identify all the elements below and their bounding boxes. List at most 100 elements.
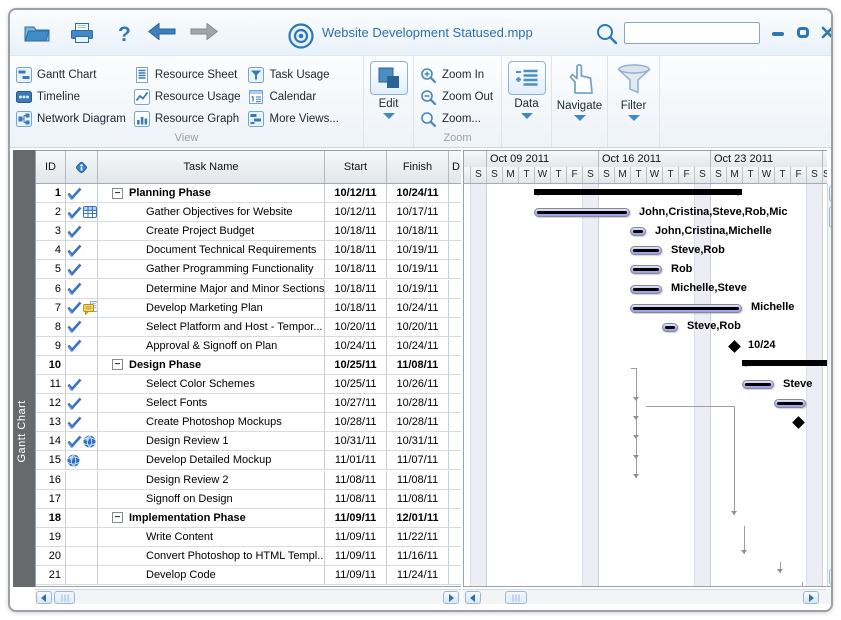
- scroll-right-button[interactable]: [443, 591, 459, 604]
- cell-finish[interactable]: 11/08/11: [387, 356, 449, 375]
- cell-finish[interactable]: 11/22/11: [387, 528, 449, 547]
- cell-indicators[interactable]: [66, 356, 98, 375]
- cell-task-name[interactable]: Develop Detailed Mockup: [98, 451, 325, 470]
- chart-scroll-thumb[interactable]: [505, 591, 527, 604]
- table-row[interactable]: 8Select Platform and Host - Tempor...10/…: [36, 318, 461, 337]
- cell-start[interactable]: 10/18/11: [325, 280, 387, 299]
- scroll-left-button[interactable]: [465, 591, 481, 604]
- cell-indicators[interactable]: [66, 547, 98, 566]
- cell-duration[interactable]: [449, 528, 461, 547]
- scroll-down-button[interactable]: [829, 569, 833, 585]
- scroll-up-button[interactable]: [829, 186, 833, 202]
- gantt-task-bar[interactable]: [630, 246, 662, 255]
- view-item-more-views[interactable]: More Views...: [248, 108, 346, 130]
- cell-finish[interactable]: 10/26/11: [387, 375, 449, 394]
- cell-finish[interactable]: 10/24/11: [387, 299, 449, 318]
- cell-indicators[interactable]: [66, 241, 98, 260]
- gantt-summary-bar[interactable]: [534, 189, 742, 195]
- cell-duration[interactable]: [449, 451, 461, 470]
- filter-button[interactable]: Filter: [608, 56, 659, 147]
- cell-task-name[interactable]: Develop Code: [98, 566, 325, 585]
- cell-duration[interactable]: [449, 280, 461, 299]
- chart-horizontal-scrollbar[interactable]: [463, 589, 826, 604]
- cell-indicators[interactable]: [66, 413, 98, 432]
- cell-duration[interactable]: [449, 490, 461, 509]
- cell-id[interactable]: 2: [36, 203, 66, 222]
- timescale-days[interactable]: SSMTWTFSSMTWTFSSMTWTFSS: [464, 167, 827, 184]
- cell-id[interactable]: 19: [36, 528, 66, 547]
- cell-finish[interactable]: 10/28/11: [387, 394, 449, 413]
- cell-start[interactable]: 10/28/11: [325, 413, 387, 432]
- cell-start[interactable]: 10/24/11: [325, 337, 387, 356]
- cell-finish[interactable]: 10/24/11: [387, 337, 449, 356]
- column-header-task-name[interactable]: Task Name: [98, 151, 325, 183]
- cell-id[interactable]: 5: [36, 260, 66, 279]
- gantt-milestone[interactable]: [792, 416, 805, 429]
- cell-task-name[interactable]: Gather Programming Functionality: [98, 260, 325, 279]
- help-icon[interactable]: ?: [118, 23, 131, 47]
- cell-id[interactable]: 7: [36, 299, 66, 318]
- cell-id[interactable]: 1: [36, 184, 66, 203]
- print-icon[interactable]: [70, 23, 94, 49]
- cell-finish[interactable]: 12/01/11: [387, 509, 449, 528]
- cell-finish[interactable]: 11/08/11: [387, 471, 449, 490]
- cell-indicators[interactable]: [66, 299, 98, 318]
- cell-finish[interactable]: 10/20/11: [387, 318, 449, 337]
- cell-id[interactable]: 6: [36, 280, 66, 299]
- back-arrow-icon[interactable]: [148, 23, 176, 45]
- cell-task-name[interactable]: Approval & Signoff on Plan: [98, 337, 325, 356]
- scroll-left-button[interactable]: [36, 591, 52, 604]
- table-row[interactable]: 19Write Content11/09/1111/22/11: [36, 528, 461, 547]
- open-file-icon[interactable]: [24, 23, 50, 47]
- cell-start[interactable]: 11/01/11: [325, 451, 387, 470]
- cell-start[interactable]: 10/25/11: [325, 375, 387, 394]
- cell-task-name[interactable]: Design Review 1: [98, 432, 325, 451]
- scroll-right-button[interactable]: [803, 591, 819, 604]
- cell-task-name[interactable]: Select Platform and Host - Tempor...: [98, 318, 325, 337]
- gantt-summary-bar[interactable]: [742, 360, 827, 366]
- view-item-calendar[interactable]: Calendar: [248, 86, 346, 108]
- cell-task-name[interactable]: Signoff on Design: [98, 490, 325, 509]
- vertical-scrollbar[interactable]: [827, 184, 833, 587]
- cell-task-name[interactable]: Develop Marketing Plan: [98, 299, 325, 318]
- column-header-finish[interactable]: Finish: [387, 151, 449, 183]
- table-row[interactable]: 7Develop Marketing Plan10/18/1110/24/11: [36, 299, 461, 318]
- table-row[interactable]: 4Document Technical Requirements10/18/11…: [36, 241, 461, 260]
- cell-duration[interactable]: [449, 318, 461, 337]
- cell-finish[interactable]: 10/28/11: [387, 413, 449, 432]
- cell-duration[interactable]: [449, 413, 461, 432]
- cell-duration[interactable]: [449, 260, 461, 279]
- table-row[interactable]: 18−Implementation Phase11/09/1112/01/11: [36, 509, 461, 528]
- cell-indicators[interactable]: [66, 566, 98, 585]
- cell-finish[interactable]: 10/17/11: [387, 203, 449, 222]
- table-row[interactable]: 2Gather Objectives for Website10/12/1110…: [36, 203, 461, 222]
- table-row[interactable]: 16Design Review 211/08/1111/08/11: [36, 471, 461, 490]
- vertical-scroll-thumb[interactable]: [829, 206, 833, 228]
- cell-indicators[interactable]: [66, 260, 98, 279]
- cell-indicators[interactable]: [66, 184, 98, 203]
- cell-task-name[interactable]: Determine Major and Minor Sections: [98, 280, 325, 299]
- cell-id[interactable]: 15: [36, 451, 66, 470]
- cell-duration[interactable]: [449, 375, 461, 394]
- minimize-button[interactable]: [772, 32, 784, 36]
- cell-duration[interactable]: [449, 547, 461, 566]
- cell-id[interactable]: 4: [36, 241, 66, 260]
- table-row[interactable]: 10−Design Phase10/25/1111/08/11: [36, 356, 461, 375]
- cell-finish[interactable]: 10/19/11: [387, 260, 449, 279]
- cell-finish[interactable]: 10/19/11: [387, 241, 449, 260]
- table-row[interactable]: 15Develop Detailed Mockup11/01/1111/07/1…: [36, 451, 461, 470]
- search-icon[interactable]: [596, 23, 618, 50]
- cell-id[interactable]: 16: [36, 471, 66, 490]
- table-row[interactable]: 12Select Fonts10/27/1110/28/11: [36, 394, 461, 413]
- cell-id[interactable]: 14: [36, 432, 66, 451]
- view-item-task-usage[interactable]: Task Usage: [248, 64, 346, 86]
- table-row[interactable]: 1−Planning Phase10/12/1110/24/11: [36, 184, 461, 203]
- cell-finish[interactable]: 11/24/11: [387, 566, 449, 585]
- gantt-task-bar[interactable]: [662, 323, 678, 332]
- gantt-milestone[interactable]: [728, 340, 741, 353]
- cell-finish[interactable]: 11/08/11: [387, 490, 449, 509]
- zoom-item-zoom-out[interactable]: Zoom Out: [414, 86, 501, 108]
- close-button[interactable]: [821, 26, 833, 44]
- column-header-duration[interactable]: D: [449, 151, 461, 183]
- gantt-task-bar[interactable]: [534, 208, 630, 217]
